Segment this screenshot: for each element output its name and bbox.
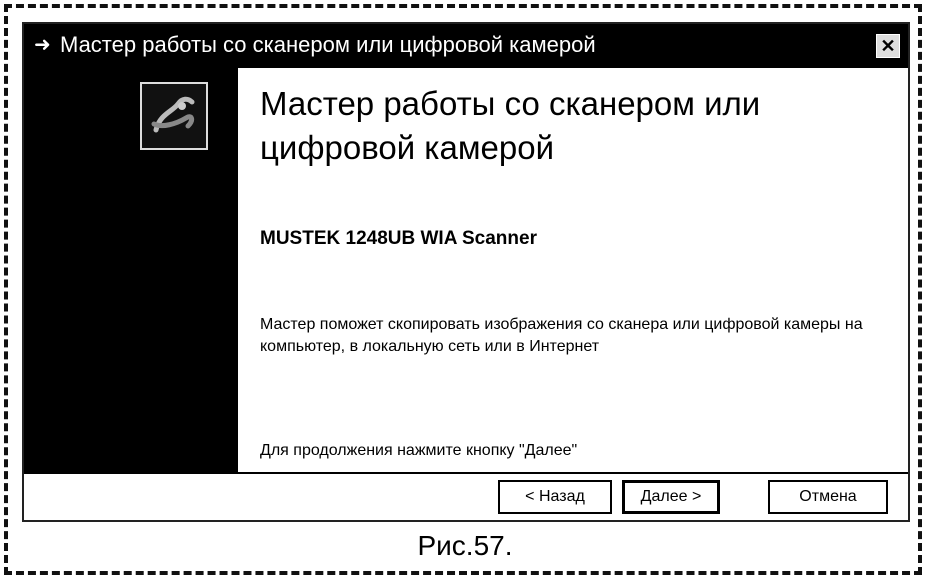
- continue-hint: Для продолжения нажмите кнопку "Далее": [260, 442, 578, 459]
- device-name: MUSTEK 1248UB WIA Scanner: [260, 228, 537, 249]
- button-separator: [24, 472, 908, 474]
- close-button[interactable]: ✕: [876, 34, 900, 58]
- wizard-sidebar: [24, 68, 238, 472]
- wizard-content: Мастер работы со сканером или цифровой к…: [238, 68, 908, 472]
- camera-scanner-icon: [140, 82, 208, 150]
- window-title: Мастер работы со сканером или цифровой к…: [60, 32, 596, 57]
- next-button[interactable]: Далее >: [622, 480, 720, 514]
- wizard-description: Мастер поможет скопировать изображения с…: [260, 316, 863, 355]
- back-button[interactable]: < Назад: [498, 480, 612, 514]
- title-bar[interactable]: ➜ Мастер работы со сканером или цифровой…: [24, 24, 908, 68]
- figure-caption: Рис.57.: [417, 530, 513, 561]
- cancel-button[interactable]: Отмена: [768, 480, 888, 514]
- wizard-arrow-icon: ➜: [34, 34, 51, 56]
- wizard-window: ➜ Мастер работы со сканером или цифровой…: [22, 22, 910, 522]
- wizard-heading: Мастер работы со сканером или цифровой к…: [260, 85, 761, 166]
